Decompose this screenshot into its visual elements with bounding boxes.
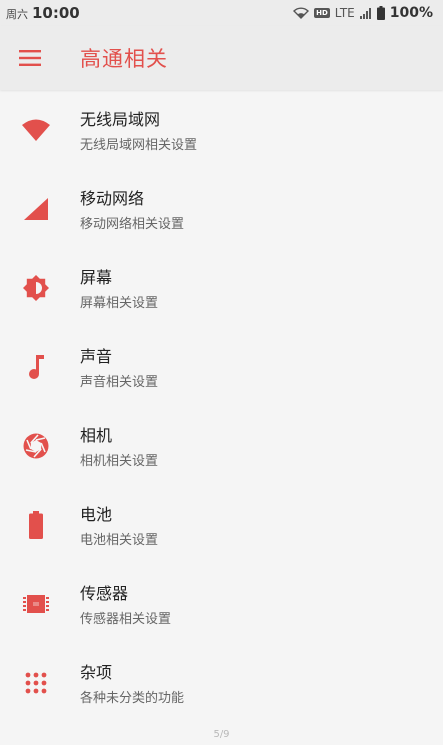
item-subtitle: 移动网络相关设置 [80, 217, 185, 232]
list-item-misc[interactable]: 杂项 各种未分类的功能 [0, 643, 443, 722]
settings-list: 无线局域网 无线局域网相关设置 移动网络 移动网络相关设置 屏幕 屏幕相关设置 [0, 90, 443, 722]
battery-status-icon [376, 6, 385, 20]
item-title: 声音 [80, 347, 113, 366]
list-item-wifi[interactable]: 无线局域网 无线局域网相关设置 [0, 90, 443, 169]
list-item-mobile-network[interactable]: 移动网络 移动网络相关设置 [0, 169, 443, 248]
signal-icon [359, 7, 371, 19]
camera-aperture-icon [0, 406, 80, 485]
list-item-sensors[interactable]: 传感器 传感器相关设置 [0, 564, 443, 643]
apps-grid-icon [0, 643, 80, 722]
item-subtitle: 电池相关设置 [80, 533, 159, 548]
page-indicator: 5/9 [213, 729, 230, 740]
cellular-signal-icon [0, 169, 80, 248]
item-subtitle: 无线局域网相关设置 [80, 138, 198, 153]
battery-icon [0, 485, 80, 564]
wifi-icon [0, 90, 80, 169]
item-title: 移动网络 [80, 189, 145, 208]
item-subtitle: 相机相关设置 [80, 454, 159, 469]
item-subtitle: 屏幕相关设置 [80, 296, 159, 311]
network-type: LTE [334, 6, 355, 20]
list-item-camera[interactable]: 相机 相机相关设置 [0, 406, 443, 485]
hamburger-menu-icon [19, 50, 41, 66]
app-bar: 高通相关 [0, 26, 443, 90]
status-bar: 周六 10:00 HD LTE 100% [0, 0, 443, 26]
status-clock: 周六 10:00 [6, 4, 80, 22]
item-subtitle: 声音相关设置 [80, 375, 159, 390]
item-title: 相机 [80, 426, 113, 445]
music-note-icon [0, 327, 80, 406]
battery-percent: 100% [389, 5, 433, 21]
menu-button[interactable] [0, 26, 60, 90]
status-day: 周六 [6, 8, 28, 21]
brightness-icon [0, 248, 80, 327]
item-subtitle: 传感器相关设置 [80, 612, 172, 627]
item-title: 屏幕 [80, 268, 113, 287]
list-item-display[interactable]: 屏幕 屏幕相关设置 [0, 248, 443, 327]
item-title: 杂项 [80, 663, 113, 682]
chip-icon [0, 564, 80, 643]
status-indicators: HD LTE 100% [293, 5, 433, 21]
hd-badge: HD [314, 8, 330, 18]
wifi-status-icon [293, 7, 310, 19]
item-title: 无线局域网 [80, 110, 161, 129]
list-item-battery[interactable]: 电池 电池相关设置 [0, 485, 443, 564]
list-item-sound[interactable]: 声音 声音相关设置 [0, 327, 443, 406]
item-title: 传感器 [80, 584, 129, 603]
item-subtitle: 各种未分类的功能 [80, 691, 185, 706]
status-time: 10:00 [32, 4, 80, 22]
item-title: 电池 [80, 505, 113, 524]
page-title: 高通相关 [80, 47, 168, 71]
